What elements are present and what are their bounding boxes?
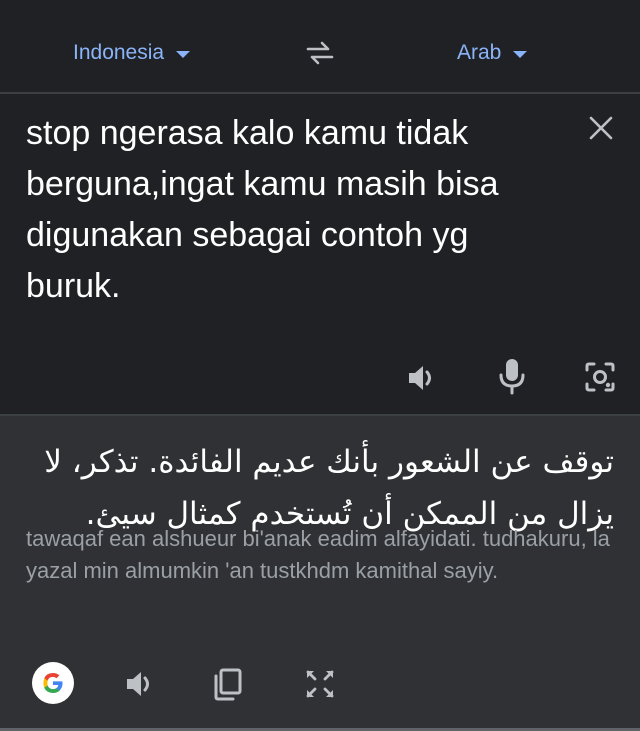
copy-icon — [214, 668, 242, 701]
speaker-icon — [127, 672, 149, 696]
close-icon — [589, 116, 613, 140]
source-input-area: stop ngerasa kalo kamu tidak berguna,ing… — [0, 94, 640, 414]
copy-translation-button[interactable] — [206, 662, 250, 706]
target-language-label: Arab — [457, 41, 502, 64]
caret-down-icon — [176, 51, 191, 58]
clear-button[interactable] — [585, 112, 617, 144]
swap-languages-button[interactable] — [300, 38, 340, 68]
swap-icon — [306, 41, 334, 65]
caret-down-icon — [513, 51, 528, 58]
transliteration-text: tawaqaf ean alshueur bi'anak eadim alfay… — [26, 526, 610, 583]
fullscreen-icon — [306, 670, 334, 698]
source-language-label: Indonesia — [73, 41, 165, 64]
google-icon — [43, 673, 63, 693]
listen-translation-button[interactable] — [118, 662, 162, 706]
source-text[interactable]: stop ngerasa kalo kamu tidak berguna,ing… — [26, 108, 556, 312]
google-search-button[interactable] — [32, 662, 74, 704]
listen-source-button[interactable] — [400, 356, 444, 400]
source-language-selector[interactable]: Indonesia — [73, 38, 191, 68]
translation-output-area: توقف عن الشعور بأنك عديم الفائدة. تذكر، … — [0, 416, 640, 731]
mic-icon — [499, 359, 525, 395]
target-language-selector[interactable]: Arab — [457, 38, 528, 68]
camera-icon — [585, 362, 615, 392]
camera-translate-button[interactable] — [578, 355, 622, 399]
language-bar: Indonesia Arab — [0, 0, 640, 92]
voice-input-button[interactable] — [490, 354, 534, 398]
fullscreen-button[interactable] — [298, 662, 342, 706]
speaker-icon — [409, 366, 431, 390]
